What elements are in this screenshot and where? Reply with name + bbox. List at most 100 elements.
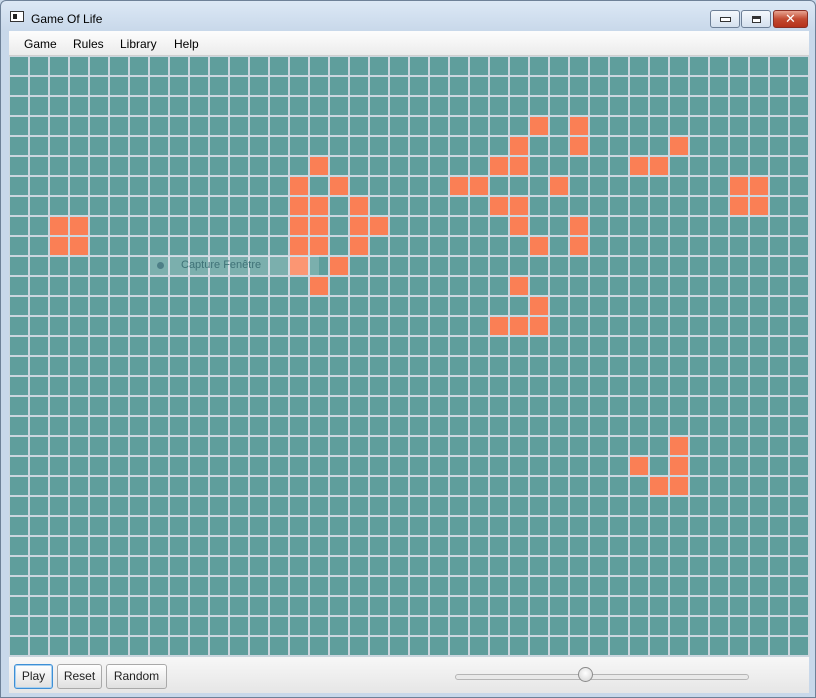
dead-cell[interactable] xyxy=(670,617,688,635)
dead-cell[interactable] xyxy=(570,617,588,635)
dead-cell[interactable] xyxy=(750,617,768,635)
dead-cell[interactable] xyxy=(90,377,108,395)
dead-cell[interactable] xyxy=(110,557,128,575)
dead-cell[interactable] xyxy=(610,637,628,655)
dead-cell[interactable] xyxy=(790,317,808,335)
dead-cell[interactable] xyxy=(550,117,568,135)
dead-cell[interactable] xyxy=(90,157,108,175)
dead-cell[interactable] xyxy=(510,57,528,75)
dead-cell[interactable] xyxy=(50,637,68,655)
dead-cell[interactable] xyxy=(790,497,808,515)
dead-cell[interactable] xyxy=(490,217,508,235)
dead-cell[interactable] xyxy=(450,57,468,75)
live-cell[interactable] xyxy=(550,177,568,195)
dead-cell[interactable] xyxy=(10,337,28,355)
dead-cell[interactable] xyxy=(750,157,768,175)
dead-cell[interactable] xyxy=(590,257,608,275)
dead-cell[interactable] xyxy=(310,317,328,335)
live-cell[interactable] xyxy=(290,177,308,195)
dead-cell[interactable] xyxy=(250,477,268,495)
dead-cell[interactable] xyxy=(230,117,248,135)
dead-cell[interactable] xyxy=(390,357,408,375)
live-cell[interactable] xyxy=(750,177,768,195)
dead-cell[interactable] xyxy=(150,97,168,115)
dead-cell[interactable] xyxy=(470,497,488,515)
dead-cell[interactable] xyxy=(130,297,148,315)
dead-cell[interactable] xyxy=(50,497,68,515)
dead-cell[interactable] xyxy=(330,477,348,495)
dead-cell[interactable] xyxy=(570,77,588,95)
dead-cell[interactable] xyxy=(70,537,88,555)
dead-cell[interactable] xyxy=(190,297,208,315)
dead-cell[interactable] xyxy=(330,297,348,315)
dead-cell[interactable] xyxy=(450,517,468,535)
dead-cell[interactable] xyxy=(630,557,648,575)
dead-cell[interactable] xyxy=(730,397,748,415)
dead-cell[interactable] xyxy=(290,137,308,155)
live-cell[interactable] xyxy=(510,137,528,155)
dead-cell[interactable] xyxy=(330,57,348,75)
dead-cell[interactable] xyxy=(150,177,168,195)
dead-cell[interactable] xyxy=(410,317,428,335)
dead-cell[interactable] xyxy=(430,617,448,635)
dead-cell[interactable] xyxy=(70,417,88,435)
dead-cell[interactable] xyxy=(410,597,428,615)
dead-cell[interactable] xyxy=(110,417,128,435)
dead-cell[interactable] xyxy=(570,297,588,315)
live-cell[interactable] xyxy=(350,237,368,255)
dead-cell[interactable] xyxy=(210,297,228,315)
dead-cell[interactable] xyxy=(170,357,188,375)
dead-cell[interactable] xyxy=(10,97,28,115)
dead-cell[interactable] xyxy=(90,197,108,215)
dead-cell[interactable] xyxy=(750,57,768,75)
dead-cell[interactable] xyxy=(550,357,568,375)
dead-cell[interactable] xyxy=(10,557,28,575)
dead-cell[interactable] xyxy=(290,557,308,575)
dead-cell[interactable] xyxy=(570,577,588,595)
dead-cell[interactable] xyxy=(230,437,248,455)
dead-cell[interactable] xyxy=(530,537,548,555)
dead-cell[interactable] xyxy=(210,317,228,335)
dead-cell[interactable] xyxy=(410,477,428,495)
dead-cell[interactable] xyxy=(490,257,508,275)
dead-cell[interactable] xyxy=(150,497,168,515)
dead-cell[interactable] xyxy=(510,357,528,375)
dead-cell[interactable] xyxy=(390,397,408,415)
dead-cell[interactable] xyxy=(390,57,408,75)
dead-cell[interactable] xyxy=(390,557,408,575)
dead-cell[interactable] xyxy=(110,237,128,255)
dead-cell[interactable] xyxy=(750,337,768,355)
dead-cell[interactable] xyxy=(790,437,808,455)
dead-cell[interactable] xyxy=(690,397,708,415)
dead-cell[interactable] xyxy=(270,277,288,295)
dead-cell[interactable] xyxy=(630,77,648,95)
dead-cell[interactable] xyxy=(190,197,208,215)
dead-cell[interactable] xyxy=(370,597,388,615)
dead-cell[interactable] xyxy=(150,437,168,455)
dead-cell[interactable] xyxy=(550,197,568,215)
dead-cell[interactable] xyxy=(690,337,708,355)
dead-cell[interactable] xyxy=(170,637,188,655)
dead-cell[interactable] xyxy=(210,417,228,435)
dead-cell[interactable] xyxy=(790,477,808,495)
dead-cell[interactable] xyxy=(450,457,468,475)
menu-help[interactable]: Help xyxy=(174,37,199,51)
dead-cell[interactable] xyxy=(390,197,408,215)
dead-cell[interactable] xyxy=(90,617,108,635)
dead-cell[interactable] xyxy=(550,317,568,335)
dead-cell[interactable] xyxy=(430,597,448,615)
dead-cell[interactable] xyxy=(390,277,408,295)
dead-cell[interactable] xyxy=(510,417,528,435)
dead-cell[interactable] xyxy=(670,177,688,195)
dead-cell[interactable] xyxy=(310,617,328,635)
dead-cell[interactable] xyxy=(710,217,728,235)
dead-cell[interactable] xyxy=(710,437,728,455)
dead-cell[interactable] xyxy=(710,237,728,255)
dead-cell[interactable] xyxy=(510,497,528,515)
dead-cell[interactable] xyxy=(650,517,668,535)
dead-cell[interactable] xyxy=(130,617,148,635)
dead-cell[interactable] xyxy=(190,457,208,475)
dead-cell[interactable] xyxy=(250,377,268,395)
dead-cell[interactable] xyxy=(330,237,348,255)
dead-cell[interactable] xyxy=(790,97,808,115)
